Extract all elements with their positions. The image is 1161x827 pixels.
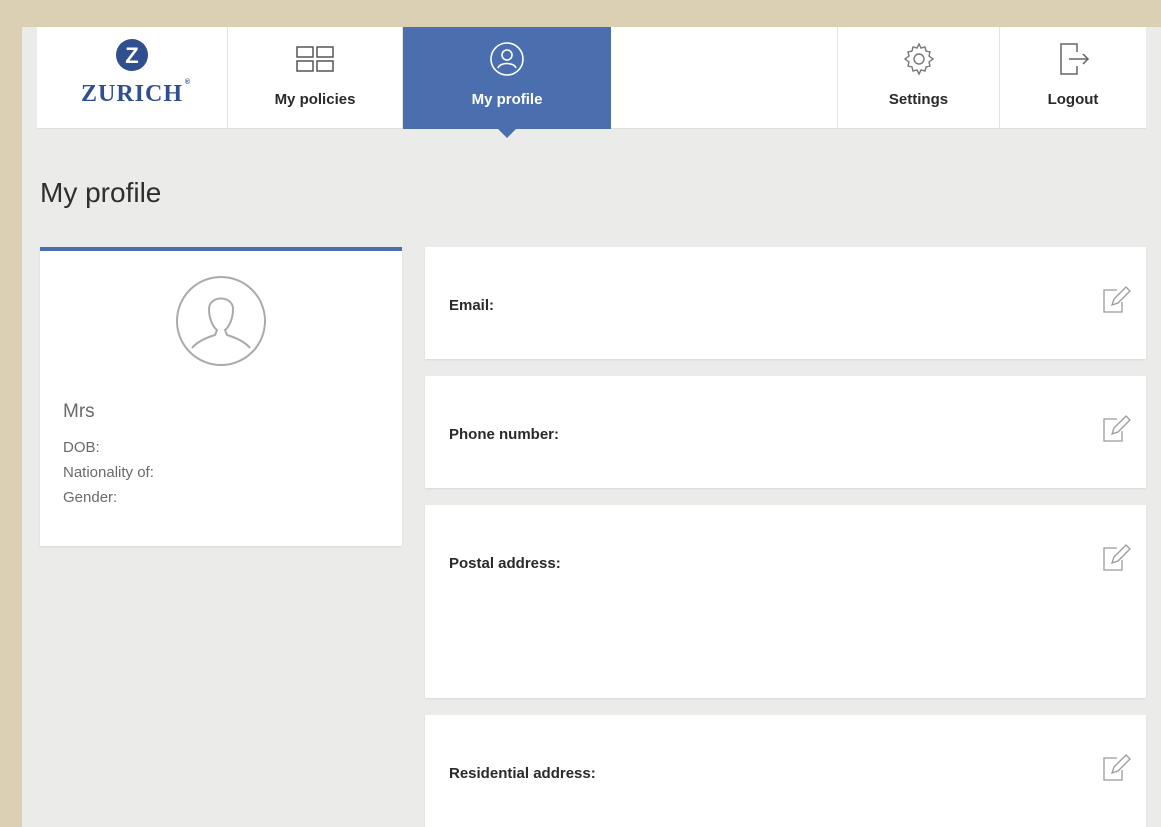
nav-label-my-policies: My policies xyxy=(274,91,356,108)
zurich-logo-letter: Z xyxy=(125,43,138,68)
zurich-logo-mark: Z xyxy=(115,37,149,73)
nav-spacer xyxy=(611,27,838,129)
profile-dob-label: DOB: xyxy=(63,439,100,456)
edit-residential-address-button[interactable] xyxy=(1100,752,1132,784)
nav-item-settings[interactable]: Settings xyxy=(837,27,1000,129)
page-title: My profile xyxy=(40,177,162,208)
residential-address-label: Residential address: xyxy=(449,765,596,782)
avatar-placeholder-icon xyxy=(175,275,267,372)
edit-icon xyxy=(1103,544,1131,571)
edit-email-button[interactable] xyxy=(1100,284,1132,316)
nav-item-my-profile[interactable]: My profile xyxy=(403,27,611,138)
edit-icon xyxy=(1103,286,1131,313)
profile-gender-label: Gender: xyxy=(63,489,118,506)
edit-icon xyxy=(1103,415,1131,442)
email-label: Email: xyxy=(449,297,495,314)
edit-postal-address-button[interactable] xyxy=(1100,542,1132,574)
nav-label-settings: Settings xyxy=(888,91,949,108)
nav-item-logout[interactable]: Logout xyxy=(1000,27,1146,129)
app-frame: Z ZURICH ® My policies My profile Settin… xyxy=(22,27,1161,827)
profile-nationality-label: Nationality of: xyxy=(63,464,154,481)
nav-label-my-profile: My profile xyxy=(471,91,543,108)
postal-address-label: Postal address: xyxy=(449,555,561,572)
profile-salutation: Mrs xyxy=(63,401,95,422)
profile-card: Mrs DOB: Nationality of: Gender: xyxy=(40,247,402,546)
user-circle-icon xyxy=(489,41,525,77)
grid-icon xyxy=(295,41,335,77)
email-card: Email: xyxy=(425,247,1146,359)
zurich-logo[interactable]: Z ZURICH ® xyxy=(37,27,228,129)
nav-item-my-policies[interactable]: My policies xyxy=(228,27,403,129)
zurich-logo-word: ZURICH ® xyxy=(80,79,191,107)
edit-phone-button[interactable] xyxy=(1100,413,1132,445)
logout-icon xyxy=(1055,41,1091,77)
phone-card: Phone number: xyxy=(425,376,1146,488)
logo-text: ZURICH xyxy=(80,81,183,107)
postal-address-card: Postal address: xyxy=(425,505,1146,698)
nav-label-logout: Logout xyxy=(1047,91,1099,108)
phone-label: Phone number: xyxy=(449,426,560,443)
edit-icon xyxy=(1103,754,1131,781)
top-navigation: Z ZURICH ® My policies My profile Settin… xyxy=(37,27,1146,138)
gear-icon xyxy=(901,41,937,77)
residential-address-card: Residential address: xyxy=(425,715,1146,827)
